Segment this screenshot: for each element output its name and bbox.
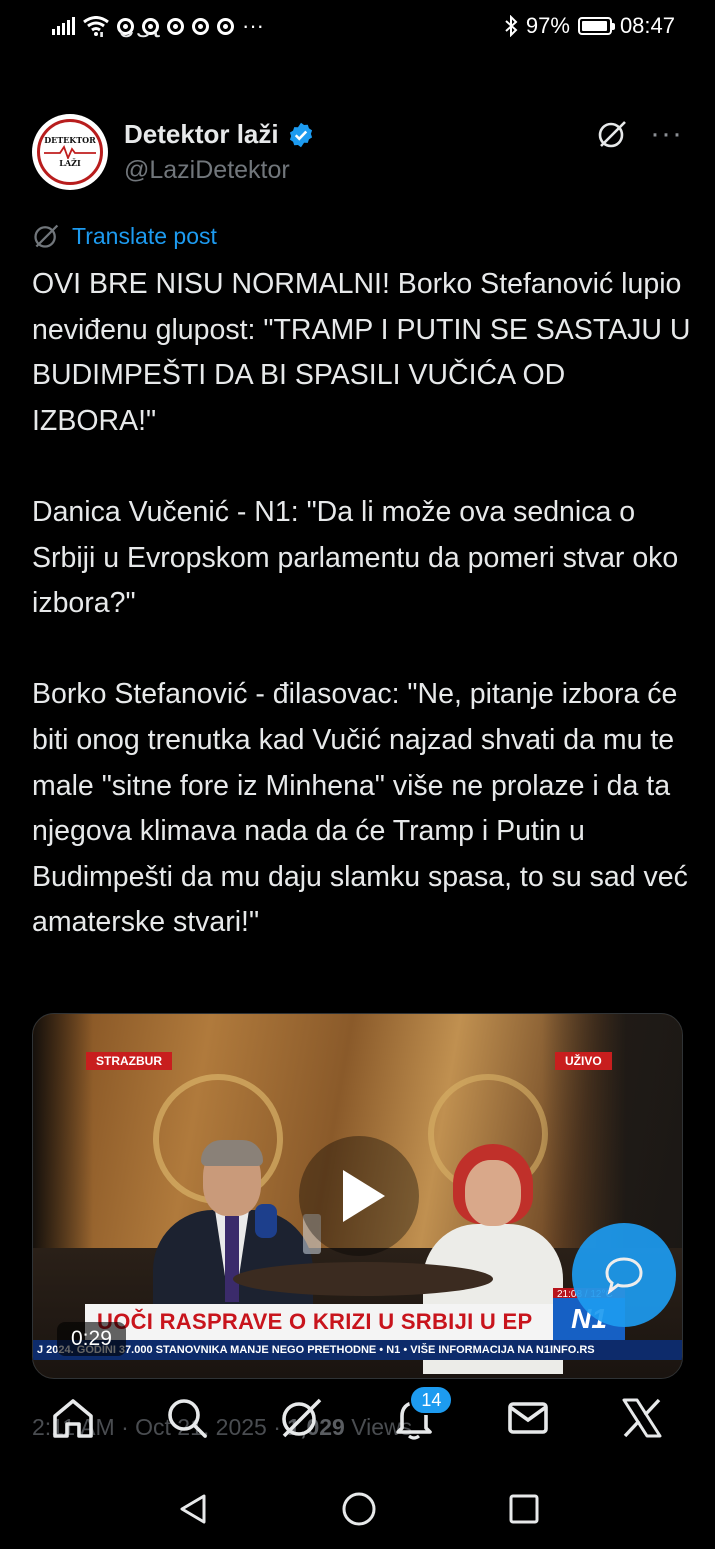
avatar[interactable]: DETEKTOR LAŽI — [32, 114, 108, 190]
author-name-row[interactable]: Detektor laži — [124, 119, 315, 150]
status-right: 97% 08:47 — [504, 13, 675, 39]
translate-post-link[interactable]: Translate post — [32, 222, 217, 250]
recents-icon[interactable] — [508, 1493, 540, 1525]
tab-grok[interactable] — [266, 1383, 336, 1453]
cutoff-page-title: Post — [98, 32, 208, 46]
search-icon — [167, 1399, 207, 1438]
clock: 08:47 — [619, 13, 675, 38]
play-icon[interactable] — [299, 1136, 419, 1256]
messages-icon — [508, 1402, 549, 1434]
post-paragraph: Borko Stefanović - đilasovac: "Ne, pitan… — [32, 678, 688, 939]
x-logo-icon — [622, 1398, 662, 1438]
post-text: OVI BRE NISU NORMALNI! Borko Stefanović … — [32, 262, 692, 946]
back-icon[interactable] — [176, 1492, 210, 1526]
video-headline: UOČI RASPRAVE O KRIZI U SRBIJI U EP — [85, 1304, 555, 1340]
more-notifications-indicator: ··· — [242, 13, 264, 38]
notifications-badge: 14 — [409, 1385, 454, 1415]
tab-search[interactable] — [152, 1383, 222, 1453]
tab-x[interactable] — [607, 1383, 677, 1453]
location-tag: STRAZBUR — [86, 1052, 172, 1070]
battery-icon — [577, 17, 615, 35]
system-navigation-bar — [0, 1468, 715, 1549]
author-info: Detektor laži @LaziDetektor — [124, 119, 315, 185]
grok-icon — [281, 1398, 321, 1438]
bluetooth-icon — [505, 15, 518, 37]
signal-icon — [52, 17, 75, 35]
bottom-tab-bar: 14 — [0, 1382, 715, 1454]
grok-icon[interactable] — [596, 118, 628, 150]
microphone — [255, 1204, 277, 1238]
author-handle[interactable]: @LaziDetektor — [124, 156, 315, 185]
floating-reply-button[interactable] — [572, 1223, 676, 1327]
post-header: DETEKTOR LAŽI Detektor laži @LaziDetekto… — [32, 112, 683, 192]
post-paragraph: Danica Vučenić - N1: "Da li može ova sed… — [32, 495, 679, 620]
battery-percent: 97% — [525, 13, 570, 38]
video-player[interactable]: STRAZBUR UŽIVO 21:08 / 12°C UOČI RASPRAV… — [32, 1013, 683, 1379]
avatar-text-bottom: LAŽI — [59, 158, 81, 168]
home-icon — [53, 1399, 93, 1438]
translate-post-label: Translate post — [72, 222, 217, 249]
post-paragraph: OVI BRE NISU NORMALNI! Borko Stefanović … — [32, 268, 691, 437]
video-duration: 0:29 — [57, 1322, 126, 1356]
live-tag: UŽIVO — [555, 1052, 612, 1070]
video-table — [233, 1262, 493, 1296]
chrome-notification-icon — [217, 17, 234, 35]
verified-badge-icon — [289, 122, 312, 147]
author-display-name: Detektor laži — [124, 119, 279, 149]
heartbeat-icon — [44, 145, 96, 159]
tab-messages[interactable] — [493, 1383, 563, 1453]
header-actions: ··· — [596, 117, 683, 151]
more-options-icon[interactable]: ··· — [650, 117, 683, 151]
avatar-text-top: DETEKTOR — [44, 135, 96, 146]
home-button-icon[interactable] — [341, 1491, 377, 1527]
speech-bubble-icon — [605, 1257, 643, 1295]
grok-icon — [34, 224, 59, 248]
tab-home[interactable] — [38, 1383, 108, 1453]
news-ticker: J 2024. GODINI 37.000 STANOVNIKA MANJE N… — [33, 1340, 682, 1360]
tab-notifications[interactable]: 14 — [379, 1383, 454, 1453]
